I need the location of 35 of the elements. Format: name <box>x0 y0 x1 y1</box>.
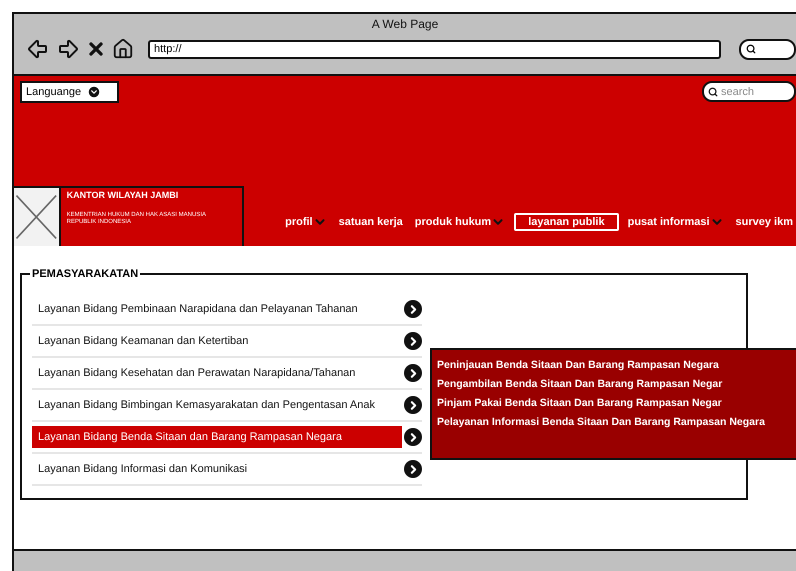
search-icon <box>746 44 756 54</box>
chevron-right-icon[interactable] <box>404 396 422 414</box>
browser-search-field[interactable] <box>739 38 796 60</box>
menu-item[interactable]: Layanan Bidang Benda Sitaan dan Barang Rampasan Negara <box>32 426 402 448</box>
chevron-right-icon[interactable] <box>404 460 422 478</box>
chevron-right-icon[interactable] <box>404 300 422 318</box>
search-field[interactable]: search <box>702 81 796 102</box>
nav-item[interactable]: layanan publik <box>514 213 619 231</box>
org-name: KANTOR WILAYAH JAMBI <box>66 190 180 200</box>
submenu-item[interactable]: Pinjam Pakai Benda Sitaan Dan Barang Rampasan Negar <box>437 397 796 409</box>
menu-item[interactable]: Layanan Bidang Informasi dan Komunikasi <box>32 458 402 480</box>
url-field[interactable]: http:// <box>148 40 721 58</box>
nav-item[interactable]: pusat informasi <box>624 212 727 232</box>
nav-item[interactable]: satuan kerja <box>336 213 406 231</box>
search-icon <box>708 86 718 96</box>
window-title: A Web Page <box>372 17 438 31</box>
submenu-item[interactable]: Pengambilan Benda Sitaan Dan Barang Rampasan Negar <box>437 378 796 390</box>
chevron-right-icon[interactable] <box>404 428 422 446</box>
menu-item[interactable]: Layanan Bidang Bimbingan Kemasyarakatan dan Pengentasan Anak <box>32 394 402 416</box>
menu-item[interactable]: Layanan Bidang Pembinaan Narapidana dan Pelayanan Tahanan <box>32 298 402 320</box>
back-icon[interactable] <box>26 37 50 61</box>
nav-item[interactable]: produk hukum <box>412 212 508 232</box>
menu-item[interactable]: Layanan Bidang Kesehatan dan Perawatan Narapidana/Tahanan <box>32 362 402 384</box>
chevron-right-icon[interactable] <box>404 364 422 382</box>
submenu-item[interactable]: Peninjauan Benda Sitaan Dan Barang Rampasan Negara <box>437 359 796 371</box>
section-title: PEMASYARAKATAN <box>31 268 140 280</box>
language-dropdown[interactable]: Languange <box>20 81 120 103</box>
submenu-item[interactable]: Pelayanan Informasi Benda Sitaan Dan Barang Rampasan Negara <box>437 416 796 428</box>
nav-item[interactable]: survey ikm <box>732 213 796 231</box>
forward-icon[interactable] <box>56 37 80 61</box>
chevron-right-icon[interactable] <box>404 332 422 350</box>
chevron-down-icon <box>87 85 102 99</box>
nav-item[interactable]: profil <box>282 212 330 232</box>
menu-item[interactable]: Layanan Bidang Keamanan dan Ketertiban <box>32 330 402 352</box>
home-icon[interactable] <box>112 38 134 60</box>
